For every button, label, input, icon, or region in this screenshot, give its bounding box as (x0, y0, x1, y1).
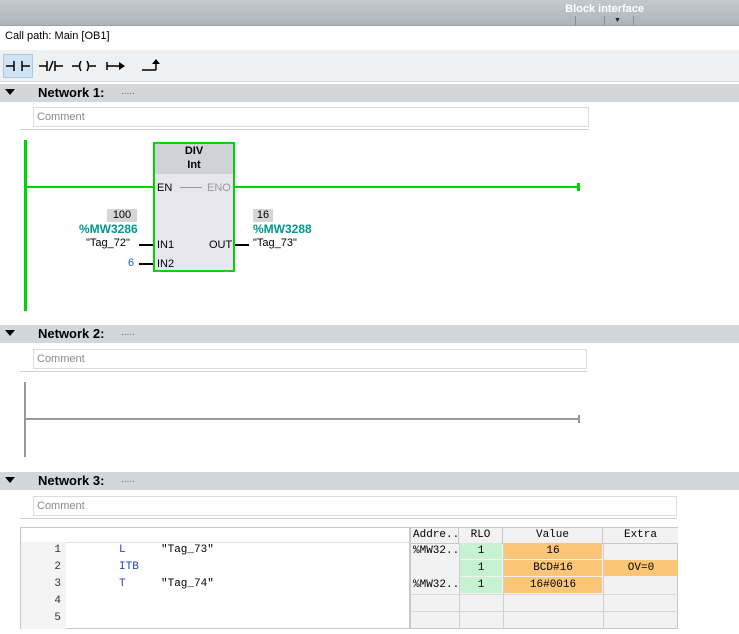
in2-pin: IN2 (157, 258, 175, 270)
top-bar: Block interface ▼ (0, 0, 739, 26)
network-2-header[interactable]: Network 2: ..... (0, 325, 739, 343)
out-pin: OUT (209, 239, 233, 251)
out-status-value: 16 (253, 209, 273, 222)
row-extra: OV=0 (604, 560, 678, 576)
line-number: 1 (54, 544, 61, 556)
collapse-arrow-icon[interactable] (5, 330, 15, 336)
in1-address[interactable]: %MW3286 (79, 222, 138, 236)
col-address-header[interactable]: Addre... (411, 528, 466, 544)
stl-editor[interactable]: 1 L "Tag_73" 2 ITB 3 T "Tag_74" 4 5 (20, 527, 410, 629)
stl-instruction[interactable]: T (119, 578, 126, 590)
line-number: 3 (54, 578, 61, 590)
row-rlo: 1 (460, 560, 502, 576)
network-title: Network 3: (38, 473, 105, 488)
network-title-placeholder[interactable]: ..... (121, 474, 135, 485)
eno-wire (235, 186, 580, 188)
out-wire (235, 244, 249, 246)
chevron-down-icon[interactable]: ▼ (614, 17, 621, 24)
block-interface-title[interactable]: Block interface (565, 3, 644, 15)
internal-line (180, 187, 202, 188)
divider (20, 518, 677, 519)
comment-placeholder: Comment (37, 500, 85, 512)
line-number: 5 (54, 612, 61, 624)
in1-tag[interactable]: "Tag_72" (86, 237, 130, 249)
network-2-comment[interactable]: Comment (33, 349, 587, 369)
out-tag[interactable]: "Tag_73" (253, 237, 297, 249)
no-contact-icon[interactable] (3, 54, 33, 78)
in1-wire (139, 244, 153, 246)
row-address (411, 560, 459, 576)
splitter (633, 16, 634, 26)
coil-icon[interactable] (69, 54, 99, 78)
collapse-arrow-icon[interactable] (5, 89, 15, 95)
network-3-header[interactable]: Network 3: ..... (0, 472, 739, 490)
divider (20, 371, 587, 372)
stl-operand[interactable]: "Tag_73" (161, 544, 214, 556)
row-address: %MW32... (413, 545, 466, 557)
col-value-header[interactable]: Value (503, 528, 603, 544)
div-block-name: DIV (184, 145, 204, 157)
eno-pin: ENO (207, 182, 231, 194)
nc-contact-icon[interactable] (36, 54, 66, 78)
comment-placeholder: Comment (37, 111, 85, 123)
row-rlo: 1 (460, 577, 502, 593)
in2-wire (139, 263, 153, 265)
call-path: Call path: Main [OB1] (5, 30, 110, 42)
row-value: 16 (504, 543, 602, 559)
row-rlo: 1 (460, 543, 502, 559)
out-address[interactable]: %MW3288 (253, 222, 312, 236)
network-title: Network 1: (38, 85, 105, 100)
network-3-comment[interactable]: Comment (33, 496, 677, 516)
row-value: 16#0016 (504, 577, 602, 593)
line-number: 2 (54, 561, 61, 573)
row-address: %MW32... (413, 579, 466, 591)
row-value: BCD#16 (504, 560, 602, 576)
network-1-header[interactable]: Network 1: ..... (0, 84, 739, 102)
network-title-placeholder[interactable]: ..... (121, 86, 135, 97)
col-extra-header[interactable]: Extra (603, 528, 678, 544)
splitter (604, 16, 605, 26)
ladder-toolbar (0, 50, 739, 82)
stl-instruction[interactable]: ITB (119, 561, 139, 573)
comment-placeholder: Comment (37, 353, 85, 365)
rung-end (578, 415, 580, 423)
in1-status-value: 100 (107, 209, 137, 222)
en-pin: EN (157, 182, 173, 194)
in2-constant[interactable]: 6 (128, 257, 134, 269)
in1-pin: IN1 (157, 239, 175, 251)
network-title-placeholder[interactable]: ..... (121, 327, 135, 338)
power-rail (24, 140, 27, 311)
rung-end (577, 183, 580, 191)
div-block-type[interactable]: Int (155, 159, 233, 171)
divider (20, 129, 589, 130)
stl-instruction[interactable]: L (119, 544, 126, 556)
network-title: Network 2: (38, 326, 105, 341)
stl-operand[interactable]: "Tag_74" (161, 578, 214, 590)
stl-status-table: Addre... RLO Value Extra %MW32... 1 16 1… (410, 527, 678, 629)
branch-close-icon[interactable] (137, 54, 167, 78)
collapse-arrow-icon[interactable] (5, 477, 15, 483)
empty-rung (24, 418, 580, 420)
network-1-comment[interactable]: Comment (33, 107, 589, 127)
en-wire (24, 186, 153, 188)
col-rlo-header[interactable]: RLO (459, 528, 503, 544)
splitter (575, 16, 576, 26)
line-number: 4 (54, 595, 61, 607)
branch-open-icon[interactable] (102, 54, 132, 78)
